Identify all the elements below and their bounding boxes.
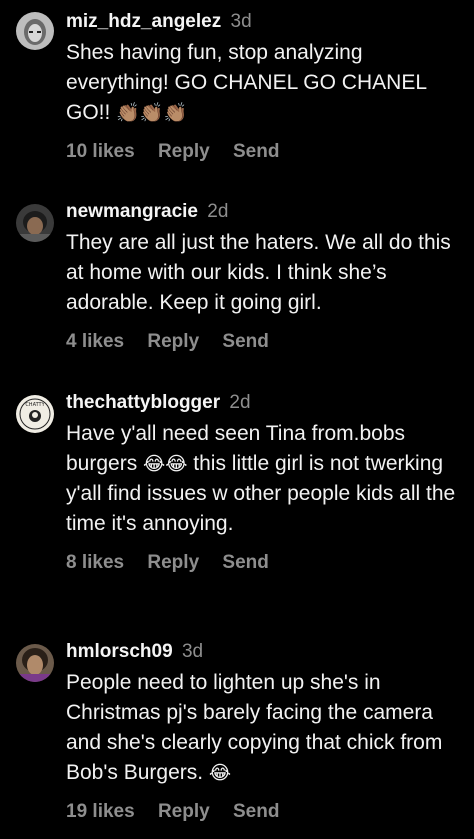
likes-count[interactable]: 10 likes — [66, 141, 135, 162]
comment-actions: 4 likes Reply Send — [66, 330, 466, 354]
comment-text: They are all just the haters. We all do … — [66, 228, 466, 318]
timestamp: 3d — [181, 641, 204, 662]
likes-count[interactable]: 19 likes — [66, 801, 135, 822]
reply-button[interactable]: Reply — [147, 552, 199, 573]
comment-text-body: People need to lighten up she's in Chris… — [66, 671, 443, 784]
reply-button[interactable]: Reply — [158, 141, 210, 162]
avatar[interactable] — [16, 644, 54, 682]
svg-text:CHATTY: CHATTY — [25, 402, 45, 408]
timestamp: 2d — [229, 392, 251, 413]
timestamp: 3d — [230, 11, 252, 32]
username[interactable]: hmlorsch09 — [66, 641, 173, 662]
comment-actions: 10 likes Reply Send — [66, 140, 466, 164]
send-button[interactable]: Send — [233, 801, 279, 822]
comment-header: newmangracie 2d — [66, 200, 466, 224]
laughing-emoji-icon: 😂😂 — [143, 453, 188, 475]
username[interactable]: miz_hdz_angelez — [66, 11, 221, 32]
avatar[interactable] — [16, 204, 54, 242]
likes-count[interactable]: 4 likes — [66, 331, 124, 352]
laughing-emoji-icon: 😂 — [208, 762, 232, 784]
comment-text: Shes having fun, stop analyzing everythi… — [66, 38, 466, 128]
clap-emoji-icon: 👏🏽👏🏽👏🏽 — [116, 102, 188, 124]
reply-button[interactable]: Reply — [147, 331, 199, 352]
reply-button[interactable]: Reply — [158, 801, 210, 822]
comment-header: hmlorsch09 3d — [66, 640, 466, 664]
comment-header: miz_hdz_angelez 3d — [66, 10, 466, 34]
avatar-grayscale-face-icon — [16, 12, 54, 50]
avatar-face-icon — [16, 204, 54, 242]
avatar[interactable]: CHATTY — [16, 395, 54, 433]
comment-text: Have y'all need seen Tina from.bobs burg… — [66, 419, 466, 539]
comment-header: thechattyblogger 2d — [66, 391, 466, 415]
comment-actions: 19 likes Reply Send — [66, 800, 466, 824]
avatar[interactable] — [16, 12, 54, 50]
send-button[interactable]: Send — [222, 331, 268, 352]
username[interactable]: thechattyblogger — [66, 392, 220, 413]
send-button[interactable]: Send — [233, 141, 279, 162]
username[interactable]: newmangracie — [66, 201, 198, 222]
avatar-face-icon — [16, 644, 54, 682]
comment-actions: 8 likes Reply Send — [66, 551, 466, 575]
timestamp: 2d — [207, 201, 229, 222]
comment-text-body: They are all just the haters. We all do … — [66, 231, 451, 314]
send-button[interactable]: Send — [222, 552, 268, 573]
avatar-logo-badge-icon: CHATTY — [16, 395, 54, 433]
comment-text: People need to lighten up she's in Chris… — [66, 668, 466, 788]
likes-count[interactable]: 8 likes — [66, 552, 124, 573]
